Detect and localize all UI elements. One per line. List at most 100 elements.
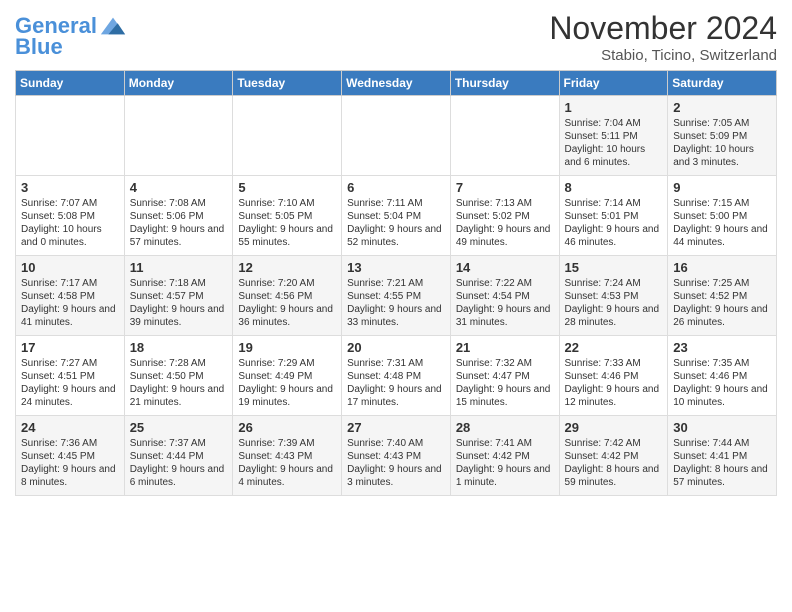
day-header-monday: Monday [124, 71, 233, 96]
day-info: Daylight: 9 hours and 12 minutes. [565, 383, 663, 409]
calendar-cell: 25 Sunrise: 7:37 AMSunset: 4:44 PMDayligh… [124, 416, 233, 496]
day-number: 29 [565, 420, 663, 435]
day-info: Daylight: 9 hours and 57 minutes. [130, 223, 228, 249]
calendar-table: SundayMondayTuesdayWednesdayThursdayFrid… [15, 70, 777, 496]
calendar-cell: 22Sunrise: 7:33 AMSunset: 4:46 PMDayligh… [559, 336, 668, 416]
calendar-cell: 9Sunrise: 7:15 AMSunset: 5:00 PMDaylight… [668, 176, 777, 256]
day-number: 19 [238, 340, 336, 355]
day-info: Sunrise: 7:05 AM [673, 117, 771, 130]
day-number: 1 [565, 100, 663, 115]
day-info: Sunrise: 7:13 AM [456, 197, 554, 210]
calendar-cell [124, 96, 233, 176]
day-info: Sunrise: 7:40 AM [347, 437, 445, 450]
location-title: Stabio, Ticino, Switzerland [549, 47, 777, 64]
calendar-cell: 4Sunrise: 7:08 AMSunset: 5:06 PMDaylight… [124, 176, 233, 256]
day-info: Sunset: 4:54 PM [456, 290, 554, 303]
calendar-cell: 20Sunrise: 7:31 AMSunset: 4:48 PMDayligh… [342, 336, 451, 416]
day-info: Daylight: 9 hours and 26 minutes. [673, 303, 771, 329]
month-title: November 2024 [549, 10, 777, 47]
calendar-cell: 17Sunrise: 7:27 AMSunset: 4:51 PMDayligh… [16, 336, 125, 416]
day-number: 15 [565, 260, 663, 275]
day-info: Daylight: 9 hours and 33 minutes. [347, 303, 445, 329]
calendar-cell: 11Sunrise: 7:18 AMSunset: 4:57 PMDayligh… [124, 256, 233, 336]
calendar-cell [16, 96, 125, 176]
day-number: 7 [456, 180, 554, 195]
day-info: Sunrise: 7:36 AM [21, 437, 119, 450]
day-info: Daylight: 9 hours and 49 minutes. [456, 223, 554, 249]
day-info: Sunrise: 7:29 AM [238, 357, 336, 370]
day-info: Daylight: 9 hours and 46 minutes. [565, 223, 663, 249]
calendar-cell [233, 96, 342, 176]
day-info: Sunrise: 7:44 AM [673, 437, 771, 450]
day-info: Daylight: 9 hours and 36 minutes. [238, 303, 336, 329]
day-info: Daylight: 9 hours and 3 minutes. [347, 463, 445, 489]
calendar-cell: 7 Sunrise: 7:13 AMSunset: 5:02 PMDaylight… [450, 176, 559, 256]
day-info: Daylight: 9 hours and 55 minutes. [238, 223, 336, 249]
day-info: Sunrise: 7:41 AM [456, 437, 554, 450]
day-number: 20 [347, 340, 445, 355]
day-info: Sunrise: 7:28 AM [130, 357, 228, 370]
day-info: Daylight: 9 hours and 1 minute. [456, 463, 554, 489]
day-info: Sunrise: 7:24 AM [565, 277, 663, 290]
day-info: Sunset: 4:41 PM [673, 450, 771, 463]
day-info: Daylight: 8 hours and 57 minutes. [673, 463, 771, 489]
title-block: November 2024 Stabio, Ticino, Switzerlan… [549, 10, 777, 64]
day-info: Sunset: 5:01 PM [565, 210, 663, 223]
calendar-cell: 18Sunrise: 7:28 AMSunset: 4:50 PMDayligh… [124, 336, 233, 416]
day-info: Daylight: 10 hours and 3 minutes. [673, 143, 771, 169]
day-info: Daylight: 9 hours and 28 minutes. [565, 303, 663, 329]
day-info: Sunset: 4:46 PM [565, 370, 663, 383]
day-info: Sunset: 4:51 PM [21, 370, 119, 383]
day-info: Sunrise: 7:11 AM [347, 197, 445, 210]
day-info: Sunrise: 7:18 AM [130, 277, 228, 290]
day-info: Sunrise: 7:37 AM [130, 437, 228, 450]
calendar-cell: 6Sunrise: 7:11 AMSunset: 5:04 PMDaylight… [342, 176, 451, 256]
day-info: Sunset: 4:56 PM [238, 290, 336, 303]
calendar-cell: 27Sunrise: 7:40 AMSunset: 4:43 PMDayligh… [342, 416, 451, 496]
day-number: 17 [21, 340, 119, 355]
calendar-cell: 23Sunrise: 7:35 AMSunset: 4:46 PMDayligh… [668, 336, 777, 416]
day-info: Sunset: 4:52 PM [673, 290, 771, 303]
day-info: Sunset: 4:44 PM [130, 450, 228, 463]
day-number: 28 [456, 420, 554, 435]
day-number: 26 [238, 420, 336, 435]
main-container: General Blue November 2024 Stabio, Ticin… [0, 0, 792, 506]
day-info: Sunset: 4:57 PM [130, 290, 228, 303]
calendar-cell: 30Sunrise: 7:44 AMSunset: 4:41 PMDayligh… [668, 416, 777, 496]
day-info: Sunrise: 7:39 AM [238, 437, 336, 450]
calendar-cell: 1Sunrise: 7:04 AMSunset: 5:11 PMDaylight… [559, 96, 668, 176]
day-header-saturday: Saturday [668, 71, 777, 96]
day-info: Sunrise: 7:17 AM [21, 277, 119, 290]
day-info: Daylight: 9 hours and 41 minutes. [21, 303, 119, 329]
calendar-header: SundayMondayTuesdayWednesdayThursdayFrid… [16, 71, 777, 96]
day-info: Daylight: 9 hours and 10 minutes. [673, 383, 771, 409]
calendar-cell: 24Sunrise: 7:36 AMSunset: 4:45 PMDayligh… [16, 416, 125, 496]
day-number: 2 [673, 100, 771, 115]
day-number: 14 [456, 260, 554, 275]
day-info: Sunset: 4:46 PM [673, 370, 771, 383]
day-number: 5 [238, 180, 336, 195]
day-info: Sunrise: 7:04 AM [565, 117, 663, 130]
day-number: 10 [21, 260, 119, 275]
day-info: Sunset: 5:05 PM [238, 210, 336, 223]
day-number: 18 [130, 340, 228, 355]
day-info: Sunset: 4:55 PM [347, 290, 445, 303]
day-header-sunday: Sunday [16, 71, 125, 96]
day-info: Sunrise: 7:20 AM [238, 277, 336, 290]
day-number: 11 [130, 260, 228, 275]
day-number: 25 [130, 420, 228, 435]
day-info: Sunset: 4:53 PM [565, 290, 663, 303]
day-info: Daylight: 9 hours and 6 minutes. [130, 463, 228, 489]
day-number: 23 [673, 340, 771, 355]
calendar-cell: 19Sunrise: 7:29 AMSunset: 4:49 PMDayligh… [233, 336, 342, 416]
day-info: Sunset: 5:04 PM [347, 210, 445, 223]
day-number: 3 [21, 180, 119, 195]
day-info: Sunset: 5:02 PM [456, 210, 554, 223]
calendar-cell: 29Sunrise: 7:42 AMSunset: 4:42 PMDayligh… [559, 416, 668, 496]
day-info: Daylight: 9 hours and 24 minutes. [21, 383, 119, 409]
day-info: Daylight: 9 hours and 15 minutes. [456, 383, 554, 409]
calendar-cell: 14Sunrise: 7:22 AMSunset: 4:54 PMDayligh… [450, 256, 559, 336]
day-info: Sunset: 4:48 PM [347, 370, 445, 383]
calendar-cell: 16Sunrise: 7:25 AMSunset: 4:52 PMDayligh… [668, 256, 777, 336]
day-info: Sunrise: 7:10 AM [238, 197, 336, 210]
